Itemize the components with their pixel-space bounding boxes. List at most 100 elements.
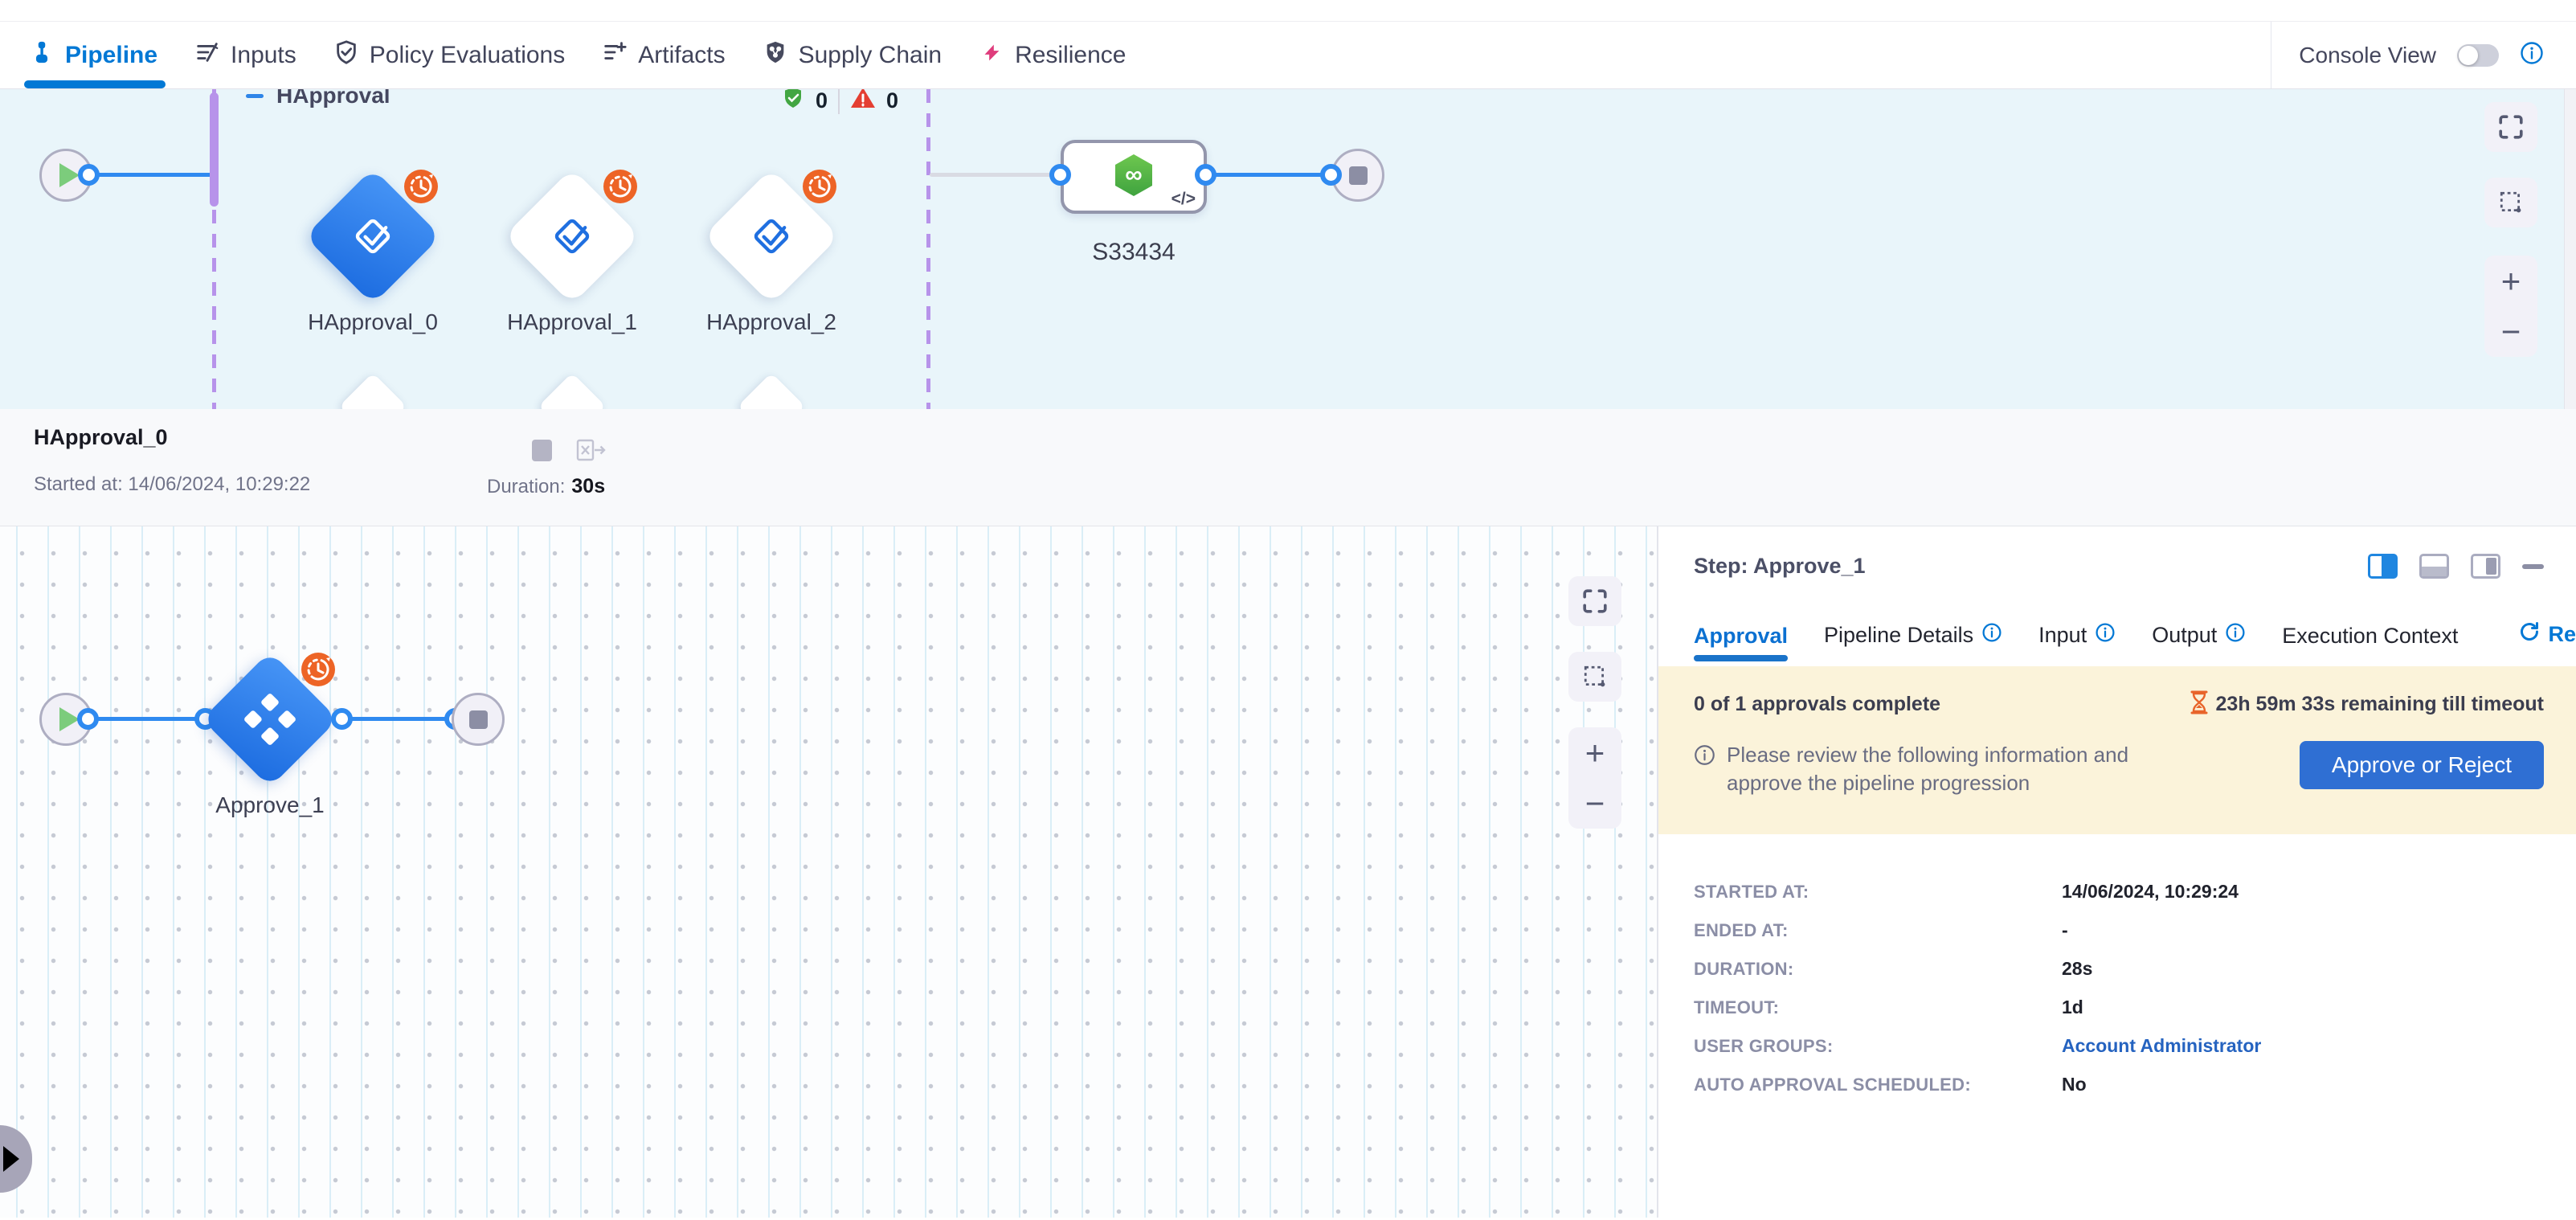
canvas-scrollbar[interactable] <box>2564 89 2576 409</box>
node-happroval-0[interactable]: HApproval_0 <box>305 168 441 305</box>
error-triangle-icon <box>850 89 876 116</box>
layout-minimized-panel-icon[interactable] <box>2471 554 2500 579</box>
started-at-text: Started at: 14/06/2024, 10:29:22 <box>34 473 310 496</box>
info-icon[interactable] <box>2095 622 2116 649</box>
tab-policy-evaluations[interactable]: Policy Evaluations <box>333 22 565 88</box>
duration-row: Duration: 30s <box>487 475 605 498</box>
approvals-progress: 0 of 1 approvals complete <box>1694 693 1940 716</box>
duration-value: 30s <box>571 475 605 497</box>
detail-label: ENDED AT: <box>1694 920 2062 941</box>
stage-graph-canvas[interactable]: HApproval 0 0 HApproval_0 HApproval_1 <box>0 89 2576 409</box>
info-icon[interactable] <box>2520 41 2544 69</box>
shield-check-icon <box>333 39 359 72</box>
tab-output[interactable]: Output <box>2152 622 2246 666</box>
marquee-zoom-button[interactable] <box>1568 652 1621 702</box>
connector-dot <box>77 708 99 730</box>
panel-tabs: Approval Pipeline Details Input Output E… <box>1658 579 2576 666</box>
tab-pipeline-details[interactable]: Pipeline Details <box>1824 622 2002 666</box>
detail-value: 14/06/2024, 10:29:24 <box>2062 881 2239 903</box>
user-groups-link[interactable]: Account Administrator <box>2062 1035 2261 1057</box>
layout-bottom-panel-icon[interactable] <box>2419 554 2449 579</box>
tab-supply-chain[interactable]: Supply Chain <box>763 22 942 88</box>
step-details-panel: Step: Approve_1 Approval Pipeline Detail… <box>1658 526 2576 1218</box>
tab-label: Input <box>2038 623 2087 648</box>
zoom-controls: + − <box>2484 256 2537 357</box>
panel-title: Step: Approve_1 <box>1694 554 1866 579</box>
node-approve-1[interactable]: Approve_1 <box>202 651 338 788</box>
node-label: HApproval_2 <box>655 309 888 335</box>
tab-label: Approval <box>1694 624 1788 649</box>
detail-value: 28s <box>2062 958 2092 980</box>
node-happroval-1[interactable]: HApproval_1 <box>504 168 640 305</box>
approve-or-reject-button[interactable]: Approve or Reject <box>2300 741 2544 789</box>
error-count: 0 <box>886 89 898 113</box>
edge-start-to-approve <box>90 717 202 721</box>
timeout-text: 23h 59m 33s remaining till timeout <box>2216 693 2544 716</box>
detail-row: TIMEOUT: 1d <box>1694 997 2544 1018</box>
minimize-panel-icon[interactable] <box>2522 564 2544 569</box>
layout-right-panel-icon[interactable] <box>2368 554 2398 579</box>
chaos-icon <box>979 39 1004 72</box>
node-label: S33434 <box>1061 239 1207 266</box>
top-nav: Pipeline Inputs Policy Evaluations Artif… <box>0 22 2576 89</box>
nav-tab-label: Policy Evaluations <box>370 42 565 69</box>
zoom-out-button[interactable]: − <box>2501 315 2521 349</box>
detail-row: AUTO APPROVAL SCHEDULED: No <box>1694 1074 2544 1095</box>
approval-diamonds-icon <box>243 693 296 746</box>
clock-badge-icon <box>603 170 637 203</box>
approval-check-icon <box>547 211 597 261</box>
tab-execution-context[interactable]: Execution Context <box>2282 624 2458 666</box>
detail-row: USER GROUPS: Account Administrator <box>1694 1035 2544 1057</box>
info-icon[interactable] <box>1981 622 2002 649</box>
tab-resilience[interactable]: Resilience <box>979 22 1126 88</box>
duration-label: Duration: <box>487 476 565 497</box>
tab-artifacts[interactable]: Artifacts <box>602 22 725 88</box>
info-icon[interactable] <box>2225 622 2246 649</box>
edge-step-to-end <box>1207 173 1334 177</box>
node-label: HApproval_1 <box>456 309 689 335</box>
expand-drawer-handle[interactable] <box>0 1125 32 1193</box>
tab-pipeline[interactable]: Pipeline <box>29 22 157 88</box>
execution-graph-canvas[interactable]: Approve_1 + − <box>0 526 1657 1218</box>
zoom-out-button[interactable]: − <box>1585 787 1605 821</box>
tab-input[interactable]: Input <box>2038 622 2116 666</box>
node-happroval-2[interactable]: HApproval_2 <box>703 168 840 305</box>
clock-badge-icon <box>404 170 438 203</box>
tab-approval[interactable]: Approval <box>1694 624 1788 666</box>
console-view-toggle[interactable] <box>2457 44 2499 67</box>
tab-label: Execution Context <box>2282 624 2458 649</box>
hourglass-icon <box>2190 690 2208 718</box>
detail-label: STARTED AT: <box>1694 882 2062 903</box>
end-node[interactable] <box>452 693 505 746</box>
abort-icon[interactable] <box>532 440 552 461</box>
app-window: Pipeline Inputs Policy Evaluations Artif… <box>0 0 2576 1220</box>
shield-nodes-icon <box>763 39 788 72</box>
stage-header[interactable]: HApproval <box>246 89 390 108</box>
success-shield-icon <box>781 89 805 116</box>
zoom-in-button[interactable]: + <box>1585 736 1605 770</box>
fit-to-screen-button[interactable] <box>1568 576 1621 626</box>
node-s33434[interactable]: ∞ </> <box>1061 140 1207 214</box>
connector-dot <box>331 708 353 730</box>
info-icon <box>1694 744 1715 770</box>
refresh-button[interactable]: Re <box>2518 620 2576 666</box>
zoom-in-button[interactable]: + <box>2501 264 2521 298</box>
detail-value: - <box>2062 919 2068 941</box>
panel-header: Step: Approve_1 <box>1658 526 2576 579</box>
mark-failed-icon[interactable] <box>575 438 607 468</box>
detail-label: TIMEOUT: <box>1694 997 2062 1018</box>
clock-badge-icon <box>803 170 836 203</box>
pipeline-icon <box>29 39 55 72</box>
node-label: HApproval_0 <box>256 309 489 335</box>
tab-inputs[interactable]: Inputs <box>194 22 296 88</box>
nav-tab-label: Artifacts <box>638 42 725 69</box>
fit-to-screen-button[interactable] <box>2484 102 2537 152</box>
collapse-stage-icon[interactable] <box>246 94 264 98</box>
nav-tabs: Pipeline Inputs Policy Evaluations Artif… <box>29 22 1126 88</box>
banner-action-row: Please review the following information … <box>1694 741 2544 797</box>
refresh-icon <box>2518 620 2541 649</box>
partial-node <box>738 373 806 409</box>
panel-layout-controls <box>2368 554 2544 579</box>
timeout-remaining: 23h 59m 33s remaining till timeout <box>2190 690 2544 718</box>
marquee-zoom-button[interactable] <box>2484 178 2537 227</box>
